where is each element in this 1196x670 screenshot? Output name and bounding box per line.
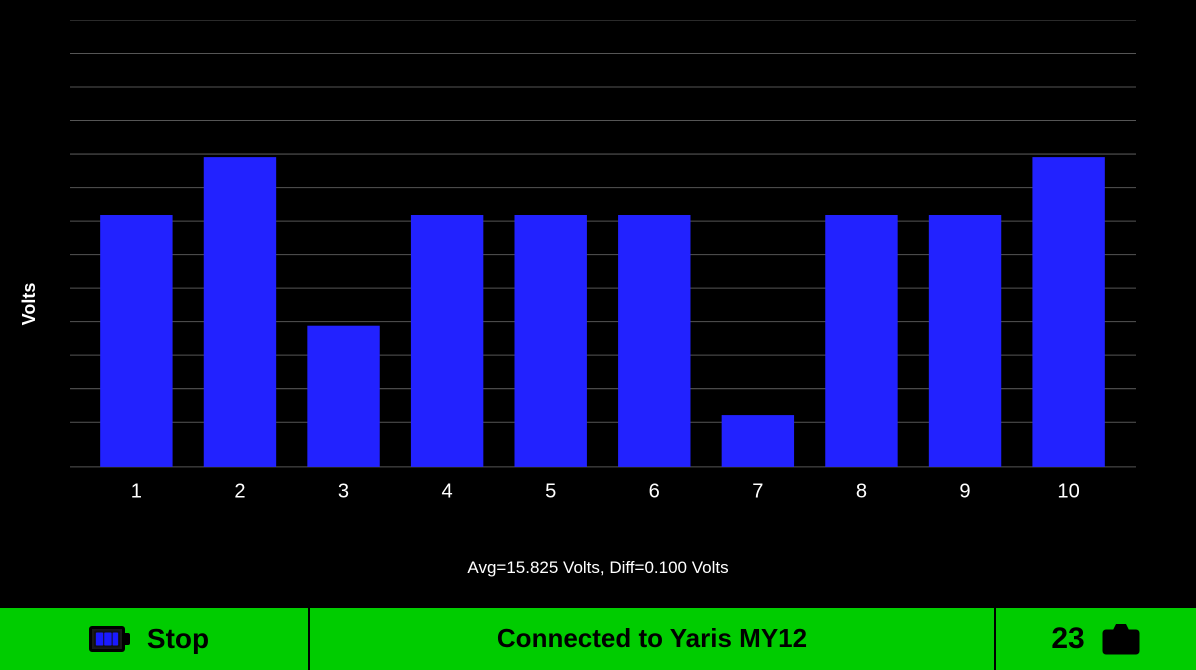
bar-3 <box>307 326 379 467</box>
chart-area: Volts 15.89 15.88 15.86 <box>0 0 1196 608</box>
bottom-right-section: 23 <box>996 608 1196 670</box>
bar-chart: 15.89 15.88 15.86 15.85 15.84 15.83 15.8… <box>70 20 1136 528</box>
svg-text:6: 6 <box>649 480 660 502</box>
svg-text:7: 7 <box>752 480 763 502</box>
svg-text:2: 2 <box>234 480 245 502</box>
bar-7 <box>722 415 794 467</box>
stop-button[interactable]: Stop <box>137 623 219 655</box>
bar-9 <box>929 215 1001 467</box>
bar-2 <box>204 157 276 467</box>
battery-svg <box>94 630 120 648</box>
bar-10 <box>1032 157 1104 467</box>
bar-1 <box>100 215 172 467</box>
bottom-left-section: Stop <box>0 608 310 670</box>
battery-inner <box>94 631 120 647</box>
chart-caption: Avg=15.825 Volts, Diff=0.100 Volts <box>0 558 1196 578</box>
bottom-center-section: Connected to Yaris MY12 <box>310 608 996 670</box>
bar-4 <box>411 215 483 467</box>
y-axis-label: Volts <box>19 283 40 326</box>
bottom-bar: Stop Connected to Yaris MY12 23 <box>0 608 1196 670</box>
svg-text:5: 5 <box>545 480 556 502</box>
svg-text:8: 8 <box>856 480 867 502</box>
svg-text:1: 1 <box>131 480 142 502</box>
bar-6 <box>618 215 690 467</box>
svg-text:4: 4 <box>442 480 453 502</box>
bar-8 <box>825 215 897 467</box>
chart-container: 15.89 15.88 15.86 15.85 15.84 15.83 15.8… <box>70 20 1136 528</box>
camera-icon[interactable] <box>1101 622 1141 656</box>
svg-text:10: 10 <box>1057 480 1079 502</box>
connection-status: Connected to Yaris MY12 <box>497 623 807 654</box>
bar-5 <box>515 215 587 467</box>
svg-text:3: 3 <box>338 480 349 502</box>
battery-icon <box>89 626 125 652</box>
svg-text:9: 9 <box>959 480 970 502</box>
reading-count: 23 <box>1051 622 1084 656</box>
